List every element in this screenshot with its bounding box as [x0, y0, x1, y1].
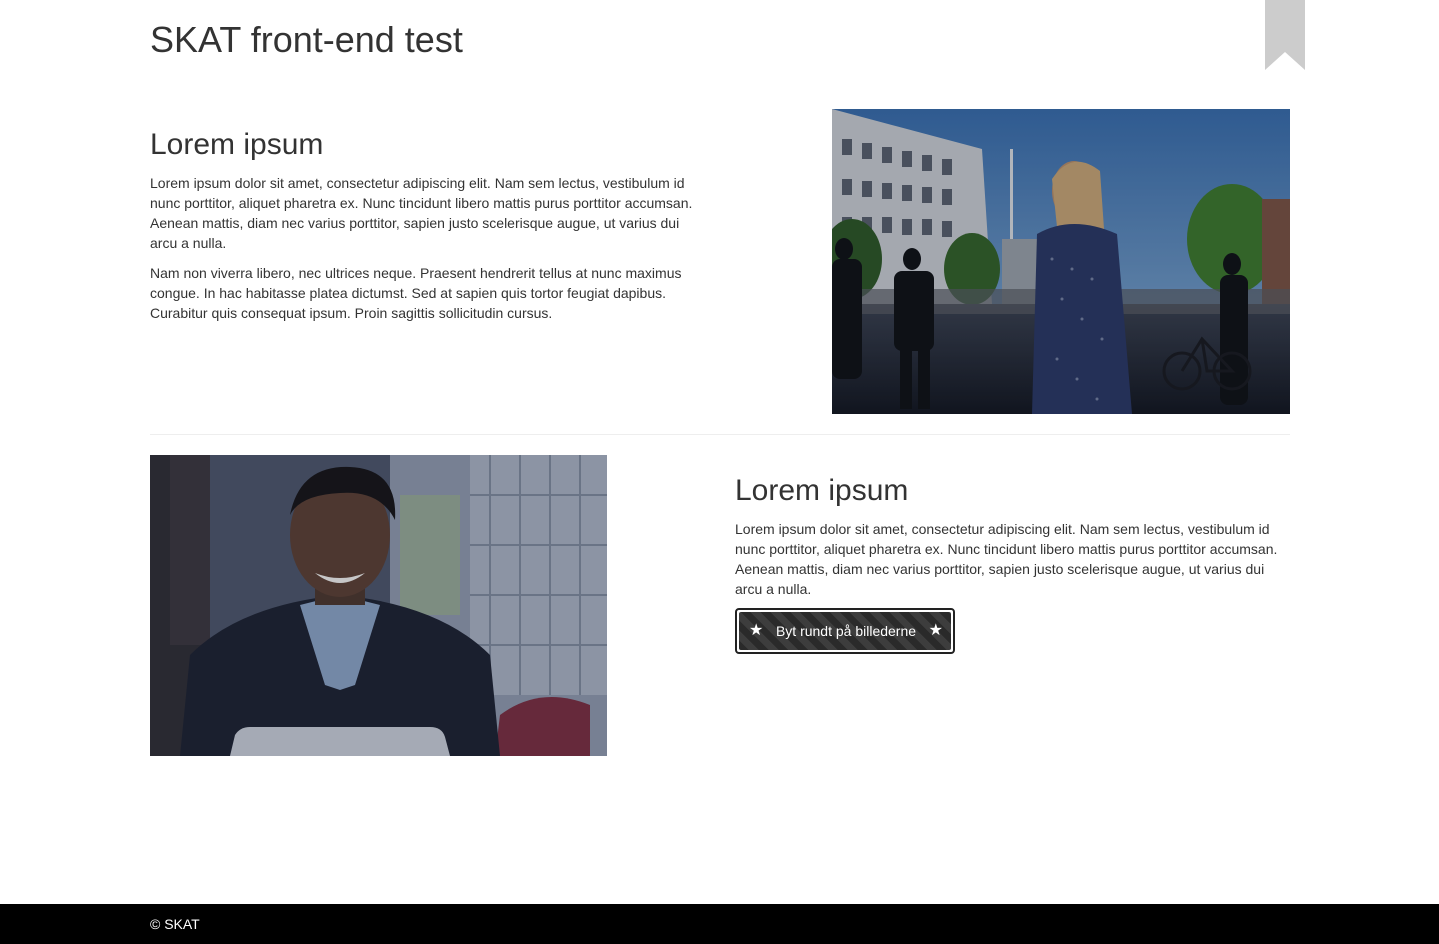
swap-images-button[interactable]: ★ Byt rundt på billederne ★ [735, 608, 955, 654]
footer: © SKAT [0, 904, 1439, 944]
site-title: SKAT front-end test [150, 19, 463, 60]
street-photo [832, 109, 1290, 414]
star-icon: ★ [928, 622, 943, 639]
section1-paragraph-2: Nam non viverra libero, nec ultrices neq… [150, 265, 682, 321]
swap-images-button-face[interactable]: ★ Byt rundt på billederne ★ [739, 612, 951, 650]
section1-heading: Lorem ipsum [150, 128, 324, 161]
bookmark-ribbon-icon[interactable] [1265, 0, 1305, 70]
swap-images-button-label: Byt rundt på billederne [775, 623, 917, 639]
man-laptop-photo [150, 455, 607, 756]
section1-paragraph-1: Lorem ipsum dolor sit amet, consectetur … [150, 175, 693, 251]
page: SKAT front-end test Lorem ipsum Lorem ip… [0, 0, 1439, 944]
star-icon: ★ [749, 622, 764, 639]
section2-heading: Lorem ipsum [735, 474, 909, 507]
footer-copyright: © SKAT [150, 916, 200, 932]
section2-text: Lorem ipsum Lorem ipsum dolor sit amet, … [735, 473, 1295, 599]
section2-paragraph-1: Lorem ipsum dolor sit amet, consectetur … [735, 521, 1278, 597]
section-divider [150, 434, 1290, 435]
section1-text: Lorem ipsum Lorem ipsum dolor sit amet, … [150, 127, 710, 323]
